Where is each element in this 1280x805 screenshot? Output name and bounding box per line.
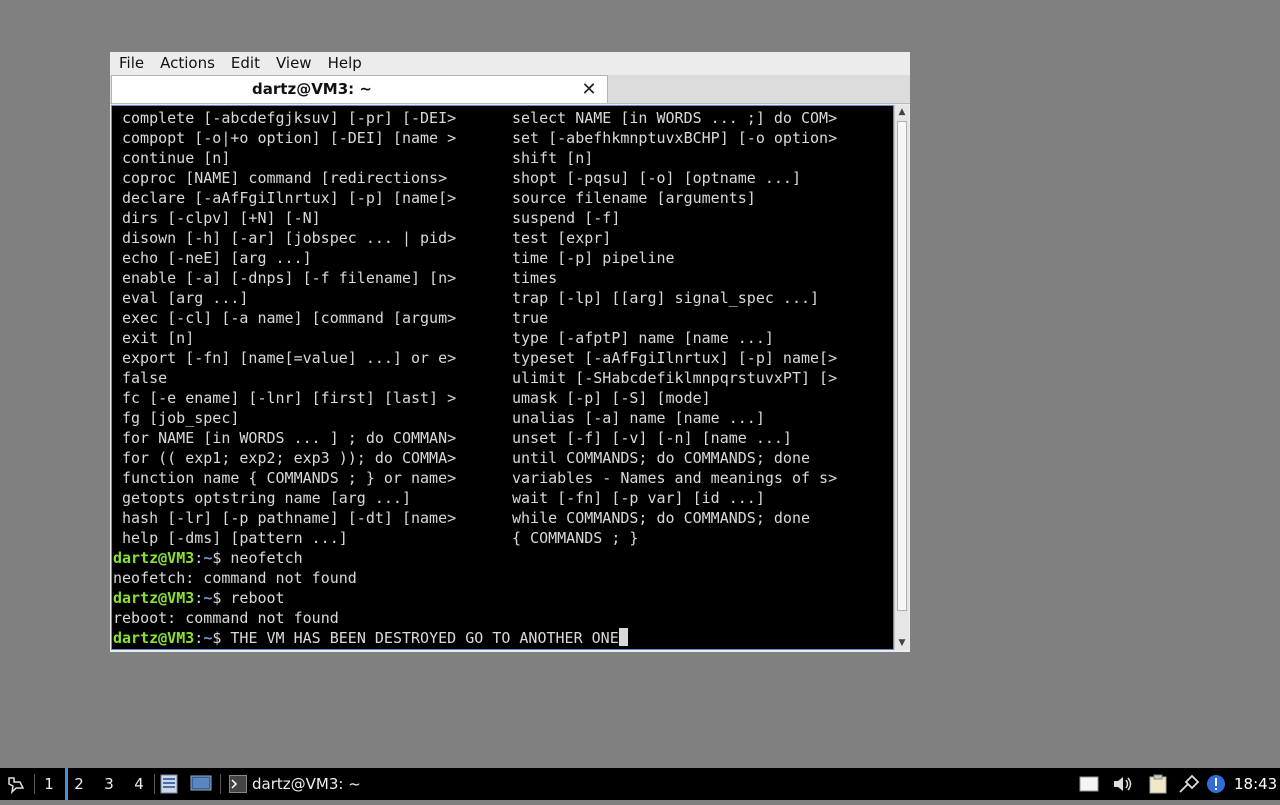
prompt-path: ~ — [203, 629, 213, 647]
command-text: neofetch — [230, 549, 303, 567]
command-text: reboot — [230, 589, 285, 607]
menubar: File Actions Edit View Help — [110, 52, 910, 74]
prompt-line: dartz@VM3:~$ neofetch — [113, 548, 303, 568]
prompt-separator: : — [194, 589, 204, 607]
help-entry-left: exec [-cl] [-a name] [command [argum> — [122, 309, 457, 327]
prompt-sigil: $ — [212, 589, 231, 607]
tab-title: dartz@VM3: ~ — [252, 80, 372, 98]
scrollbar-thumb[interactable] — [897, 121, 907, 611]
file-manager-icon[interactable] — [160, 768, 178, 800]
help-entry-right: trap [-lp] [[arg] signal_spec ...] — [512, 289, 820, 307]
help-entry-right: test [expr] — [512, 229, 612, 247]
scroll-up-arrow-icon[interactable]: ▲ — [895, 105, 909, 119]
workspace-3[interactable]: 3 — [98, 768, 120, 800]
terminal-task-icon — [229, 768, 247, 800]
prompt-user: dartz@VM3 — [113, 629, 195, 647]
taskbar-task-terminal[interactable]: dartz@VM3: ~ — [252, 768, 361, 800]
menu-actions[interactable]: Actions — [151, 52, 222, 74]
scroll-down-arrow-icon[interactable]: ▼ — [895, 636, 909, 650]
help-entry-left: function name { COMMANDS ; } or name> — [122, 469, 457, 487]
help-entry-right: ulimit [-SHabcdefiklmnpqrstuvxPT] [> — [512, 369, 838, 387]
prompt-user: dartz@VM3 — [113, 549, 195, 567]
help-entry-left: exit [n] — [122, 329, 195, 347]
help-entry-right: umask [-p] [-S] [mode] — [512, 389, 711, 407]
prompt-line: dartz@VM3:~$ THE VM HAS BEEN DESTROYED G… — [113, 628, 628, 648]
help-entry-left: eval [arg ...] — [122, 289, 249, 307]
text-cursor — [618, 628, 628, 646]
help-entry-left: fc [-e ename] [-lnr] [first] [last] > — [122, 389, 457, 407]
help-entry-right: select NAME [in WORDS ... ;] do COM> — [512, 109, 838, 127]
help-entry-right: variables - Names and meanings of s> — [512, 469, 838, 487]
prompt-sigil: $ — [212, 629, 231, 647]
help-entry-left: disown [-h] [-ar] [jobspec ... | pid> — [122, 229, 457, 247]
help-entry-right: type [-afptP] name [name ...] — [512, 329, 774, 347]
help-entry-right: suspend [-f] — [512, 209, 621, 227]
tab-terminal[interactable]: dartz@VM3: ~ ✕ — [111, 75, 608, 103]
vertical-scrollbar[interactable]: ▲ ▼ — [894, 105, 909, 650]
command-output: reboot: command not found — [113, 609, 339, 627]
close-icon[interactable]: ✕ — [578, 79, 600, 101]
command-text: THE VM HAS BEEN DESTROYED GO TO ANOTHER … — [230, 629, 619, 647]
menu-view[interactable]: View — [267, 52, 319, 74]
help-entry-right: wait [-fn] [-p var] [id ...] — [512, 489, 765, 507]
help-entry-left: hash [-lr] [-p pathname] [-dt] [name> — [122, 509, 457, 527]
help-entry-right: unset [-f] [-v] [-n] [name ...] — [512, 429, 792, 447]
prompt-line: dartz@VM3:~$ reboot — [113, 588, 285, 608]
prompt-user: dartz@VM3 — [113, 589, 195, 607]
help-entry-right: { COMMANDS ; } — [512, 529, 639, 547]
menu-edit[interactable]: Edit — [222, 52, 267, 74]
help-entry-left: help [-dms] [pattern ...] — [122, 529, 348, 547]
help-entry-left: complete [-abcdefgjksuv] [-pr] [-DEI> — [122, 109, 457, 127]
help-entry-right: unalias [-a] name [name ...] — [512, 409, 765, 427]
tab-bar: dartz@VM3: ~ ✕ — [110, 75, 910, 104]
notification-icon[interactable] — [1206, 768, 1226, 800]
menu-file[interactable]: File — [110, 52, 151, 74]
taskbar: 1 2 3 4 dartz@VM3: ~ 18:43 — [0, 768, 1280, 800]
desktop-icon[interactable] — [190, 768, 212, 800]
help-entry-right: set [-abefhkmnptuvxBCHP] [-o option> — [512, 129, 838, 147]
help-entry-left: declare [-aAfFgiIlnrtux] [-p] [name[> — [122, 189, 457, 207]
help-entry-right: until COMMANDS; do COMMANDS; done — [512, 449, 811, 467]
workspace-1[interactable]: 1 — [38, 768, 60, 800]
help-entry-left: export [-fn] [name[=value] ...] or e> — [122, 349, 457, 367]
help-entry-right: typeset [-aAfFgiIlnrtux] [-p] name[> — [512, 349, 838, 367]
help-entry-left: for NAME [in WORDS ... ] ; do COMMAN> — [122, 429, 457, 447]
help-entry-left: echo [-neE] [arg ...] — [122, 249, 312, 267]
command-output: neofetch: command not found — [113, 569, 357, 587]
clock[interactable]: 18:43 — [1234, 768, 1277, 800]
app-menu-icon[interactable] — [6, 768, 28, 800]
terminal-output[interactable]: complete [-abcdefgjksuv] [-pr] [-DEI> sel… — [111, 105, 894, 650]
help-entry-right: time [-p] pipeline — [512, 249, 675, 267]
help-entry-left: fg [job_spec] — [122, 409, 240, 427]
help-entry-right: source filename [arguments] — [512, 189, 756, 207]
prompt-separator: : — [194, 549, 204, 567]
help-entry-right: times — [512, 269, 558, 287]
help-entry-right: true — [512, 309, 549, 327]
help-entry-left: dirs [-clpv] [+N] [-N] — [122, 209, 321, 227]
help-entry-left: enable [-a] [-dnps] [-f filename] [n> — [122, 269, 457, 287]
help-entry-left: compopt [-o|+o option] [-DEI] [name > — [122, 129, 457, 147]
help-entry-left: coproc [NAME] command [redirections> — [122, 169, 448, 187]
menu-help[interactable]: Help — [319, 52, 369, 74]
volume-icon[interactable] — [1112, 768, 1134, 800]
help-entry-left: for (( exp1; exp2; exp3 )); do COMMA> — [122, 449, 457, 467]
help-entry-right: shopt [-pqsu] [-o] [optname ...] — [512, 169, 801, 187]
help-entry-left: getopts optstring name [arg ...] — [122, 489, 411, 507]
help-entry-left: continue [n] — [122, 149, 231, 167]
help-entry-right: shift [n] — [512, 149, 594, 167]
workspace-2[interactable]: 2 — [65, 768, 90, 800]
clipboard-icon[interactable] — [1148, 768, 1168, 800]
notes-icon[interactable] — [1079, 768, 1099, 800]
help-entry-left: false — [122, 369, 168, 387]
prompt-path: ~ — [203, 589, 213, 607]
prompt-separator: : — [194, 629, 204, 647]
workspace-4[interactable]: 4 — [128, 768, 150, 800]
terminal-window: File Actions Edit View Help dartz@VM3: ~… — [110, 52, 910, 652]
network-icon[interactable] — [1178, 768, 1200, 800]
prompt-sigil: $ — [212, 549, 231, 567]
help-entry-right: while COMMANDS; do COMMANDS; done — [512, 509, 811, 527]
prompt-path: ~ — [203, 549, 213, 567]
